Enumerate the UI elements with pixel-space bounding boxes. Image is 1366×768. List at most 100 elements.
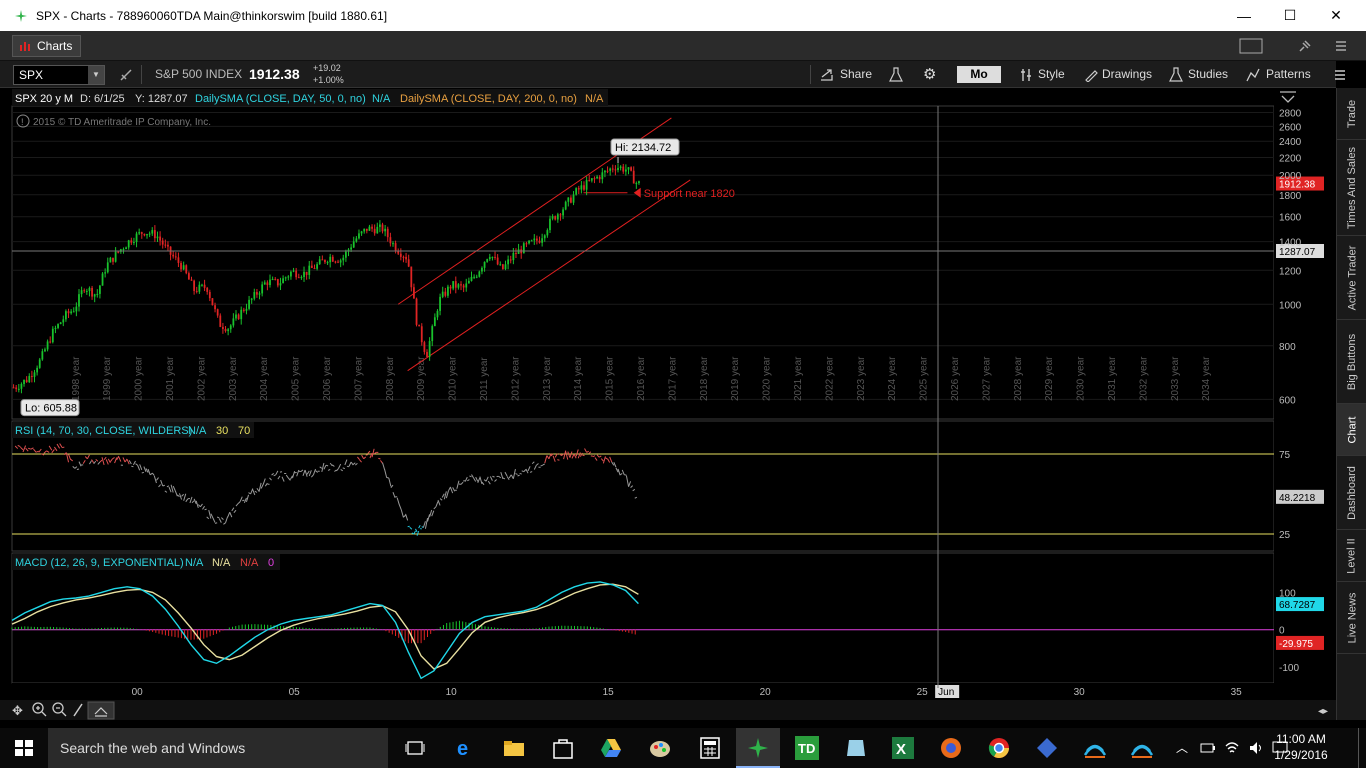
calculator-icon[interactable] bbox=[700, 737, 720, 759]
flask-icon[interactable] bbox=[889, 67, 903, 83]
price-tick-label: 1400 bbox=[1279, 238, 1302, 249]
chart-area[interactable]: 1998 year 1999 year 2000 year 2001 year 2002… bbox=[0, 88, 1336, 720]
app-wave-icon-2[interactable] bbox=[1130, 737, 1154, 759]
price-tick-label: 2600 bbox=[1279, 122, 1302, 133]
support-label: Support near 1820 bbox=[644, 188, 735, 200]
time-tick-label: 30 bbox=[1074, 687, 1086, 698]
app-wave-icon-1[interactable] bbox=[1083, 737, 1107, 759]
chart-canvas[interactable]: 1998 year 1999 year 2000 year 2001 year 2002… bbox=[0, 88, 1336, 720]
candle-body-down bbox=[413, 287, 415, 299]
candle-body-up bbox=[125, 247, 127, 250]
cursor-y-value: Y: 1287.07 bbox=[135, 93, 188, 105]
chrome-icon[interactable] bbox=[988, 737, 1010, 759]
taskbar-thinkorswim-active[interactable] bbox=[736, 728, 780, 768]
style-icon[interactable] bbox=[1019, 67, 1033, 83]
pin-icon[interactable] bbox=[1298, 39, 1312, 53]
show-desktop-button[interactable] bbox=[1358, 728, 1366, 768]
year-label: 2021 year bbox=[793, 356, 804, 401]
candle-body-up bbox=[38, 359, 41, 368]
rsi-study[interactable]: RSI (14, 70, 30, CLOSE, WILDERS) bbox=[15, 425, 192, 437]
clock-time: 11:00 AM bbox=[1276, 732, 1326, 746]
candle-body-down bbox=[334, 261, 337, 263]
side-tab-level-ii[interactable]: Level II bbox=[1337, 530, 1366, 582]
maximize-button[interactable]: ☐ bbox=[1267, 0, 1313, 31]
aggregation-label[interactable]: SPX 20 y M bbox=[15, 93, 73, 105]
candle-body-down bbox=[193, 280, 196, 291]
paint-icon[interactable] bbox=[648, 737, 672, 759]
tray-chevron-up-icon[interactable]: ︿ bbox=[1176, 739, 1188, 756]
side-tab-trade[interactable]: Trade bbox=[1337, 88, 1366, 140]
taskbar-clock[interactable]: 11:00 AM 1/29/2016 bbox=[1266, 731, 1336, 763]
tray-volume-icon[interactable] bbox=[1248, 740, 1264, 756]
symbol-input[interactable]: SPX ▼ bbox=[13, 65, 105, 85]
candle-body-up bbox=[258, 293, 261, 295]
side-tab-big-buttons[interactable]: Big Buttons bbox=[1337, 320, 1366, 404]
rsi-header: RSI (14, 70, 30, CLOSE, WILDERS) N/A 30 … bbox=[12, 422, 254, 438]
macd-tick-label: -100 bbox=[1279, 663, 1299, 674]
side-tab-live-news[interactable]: Live News bbox=[1337, 582, 1366, 654]
edge-browser-icon[interactable]: e bbox=[455, 738, 477, 758]
google-drive-icon[interactable] bbox=[600, 738, 622, 758]
share-icon[interactable] bbox=[820, 68, 835, 82]
candle-body-down bbox=[211, 298, 214, 306]
patterns-icon[interactable] bbox=[1246, 68, 1260, 82]
candle-body-up bbox=[350, 247, 353, 250]
tab-menu-icon[interactable] bbox=[1334, 39, 1348, 53]
candle-body-down bbox=[67, 311, 70, 314]
windows-start-icon[interactable] bbox=[15, 740, 33, 756]
tray-battery-icon[interactable] bbox=[1200, 741, 1216, 755]
side-tab-active-trader[interactable]: Active Trader bbox=[1337, 236, 1366, 320]
candle-body-down bbox=[449, 286, 452, 289]
year-label: 2034 year bbox=[1201, 356, 1212, 401]
candle-body-up bbox=[585, 180, 588, 190]
share-button[interactable]: Share bbox=[840, 61, 872, 88]
studies-button[interactable]: Studies bbox=[1188, 61, 1228, 88]
patterns-button[interactable]: Patterns bbox=[1266, 61, 1311, 88]
candle-body-up bbox=[436, 310, 439, 318]
year-label: 2000 year bbox=[134, 356, 145, 401]
style-button[interactable]: Style bbox=[1038, 61, 1065, 88]
side-tab-times-and-sales[interactable]: Times And Sales bbox=[1337, 140, 1366, 236]
candle-body-down bbox=[444, 291, 447, 296]
taskbar-search-input[interactable]: Search the web and Windows bbox=[48, 728, 388, 768]
app-diamond-icon[interactable] bbox=[1036, 737, 1058, 759]
charts-icon bbox=[20, 42, 30, 51]
candle-body-up bbox=[75, 306, 78, 312]
candle-body-down bbox=[159, 236, 162, 241]
symbol-dropdown-icon[interactable]: ▼ bbox=[88, 66, 104, 84]
mode-toggle-button[interactable]: Mo bbox=[957, 66, 1001, 83]
studies-flask-icon[interactable] bbox=[1169, 67, 1183, 83]
firefox-icon[interactable] bbox=[940, 737, 962, 759]
file-explorer-icon[interactable] bbox=[503, 738, 525, 758]
time-tick-label: 10 bbox=[446, 687, 458, 698]
drawings-pencil-icon[interactable] bbox=[1084, 68, 1098, 82]
layout-icon[interactable] bbox=[1239, 38, 1263, 54]
scroll-arrows-icon[interactable]: ◂▸ bbox=[1318, 706, 1328, 717]
candle-body-down bbox=[172, 254, 175, 257]
excel-icon[interactable]: X bbox=[892, 737, 914, 759]
close-button[interactable]: ✕ bbox=[1313, 0, 1359, 31]
candle-body-down bbox=[237, 314, 240, 320]
side-tab-chart[interactable]: Chart bbox=[1337, 404, 1366, 456]
svg-text:TD: TD bbox=[798, 741, 815, 756]
sma200-study[interactable]: DailySMA (CLOSE, DAY, 200, 0, no) bbox=[400, 93, 577, 105]
candle-body-up bbox=[522, 243, 525, 254]
sma50-study[interactable]: DailySMA (CLOSE, DAY, 50, 0, no) bbox=[195, 93, 366, 105]
minimize-button[interactable]: — bbox=[1221, 0, 1267, 31]
tab-charts[interactable]: Charts bbox=[12, 35, 82, 57]
notes-icon[interactable] bbox=[845, 737, 867, 759]
rsi-line-segment bbox=[214, 522, 218, 524]
macd-study[interactable]: MACD (12, 26, 9, EXPONENTIAL) bbox=[15, 557, 184, 569]
crosshair-icon[interactable]: ✥ bbox=[12, 703, 23, 718]
tray-wifi-icon[interactable] bbox=[1224, 740, 1240, 756]
rsi-line-segment bbox=[540, 464, 543, 467]
candle-body-up bbox=[624, 169, 627, 172]
link-icon[interactable] bbox=[118, 67, 134, 83]
td-ameritrade-icon[interactable]: TD bbox=[795, 736, 819, 760]
store-icon[interactable] bbox=[552, 737, 574, 759]
toolbar-menu-icon[interactable] bbox=[1333, 68, 1347, 82]
task-view-icon[interactable] bbox=[405, 740, 427, 756]
drawings-button[interactable]: Drawings bbox=[1102, 61, 1152, 88]
side-tab-dashboard[interactable]: Dashboard bbox=[1337, 456, 1366, 530]
settings-gear-icon[interactable]: ⚙ bbox=[923, 61, 936, 88]
